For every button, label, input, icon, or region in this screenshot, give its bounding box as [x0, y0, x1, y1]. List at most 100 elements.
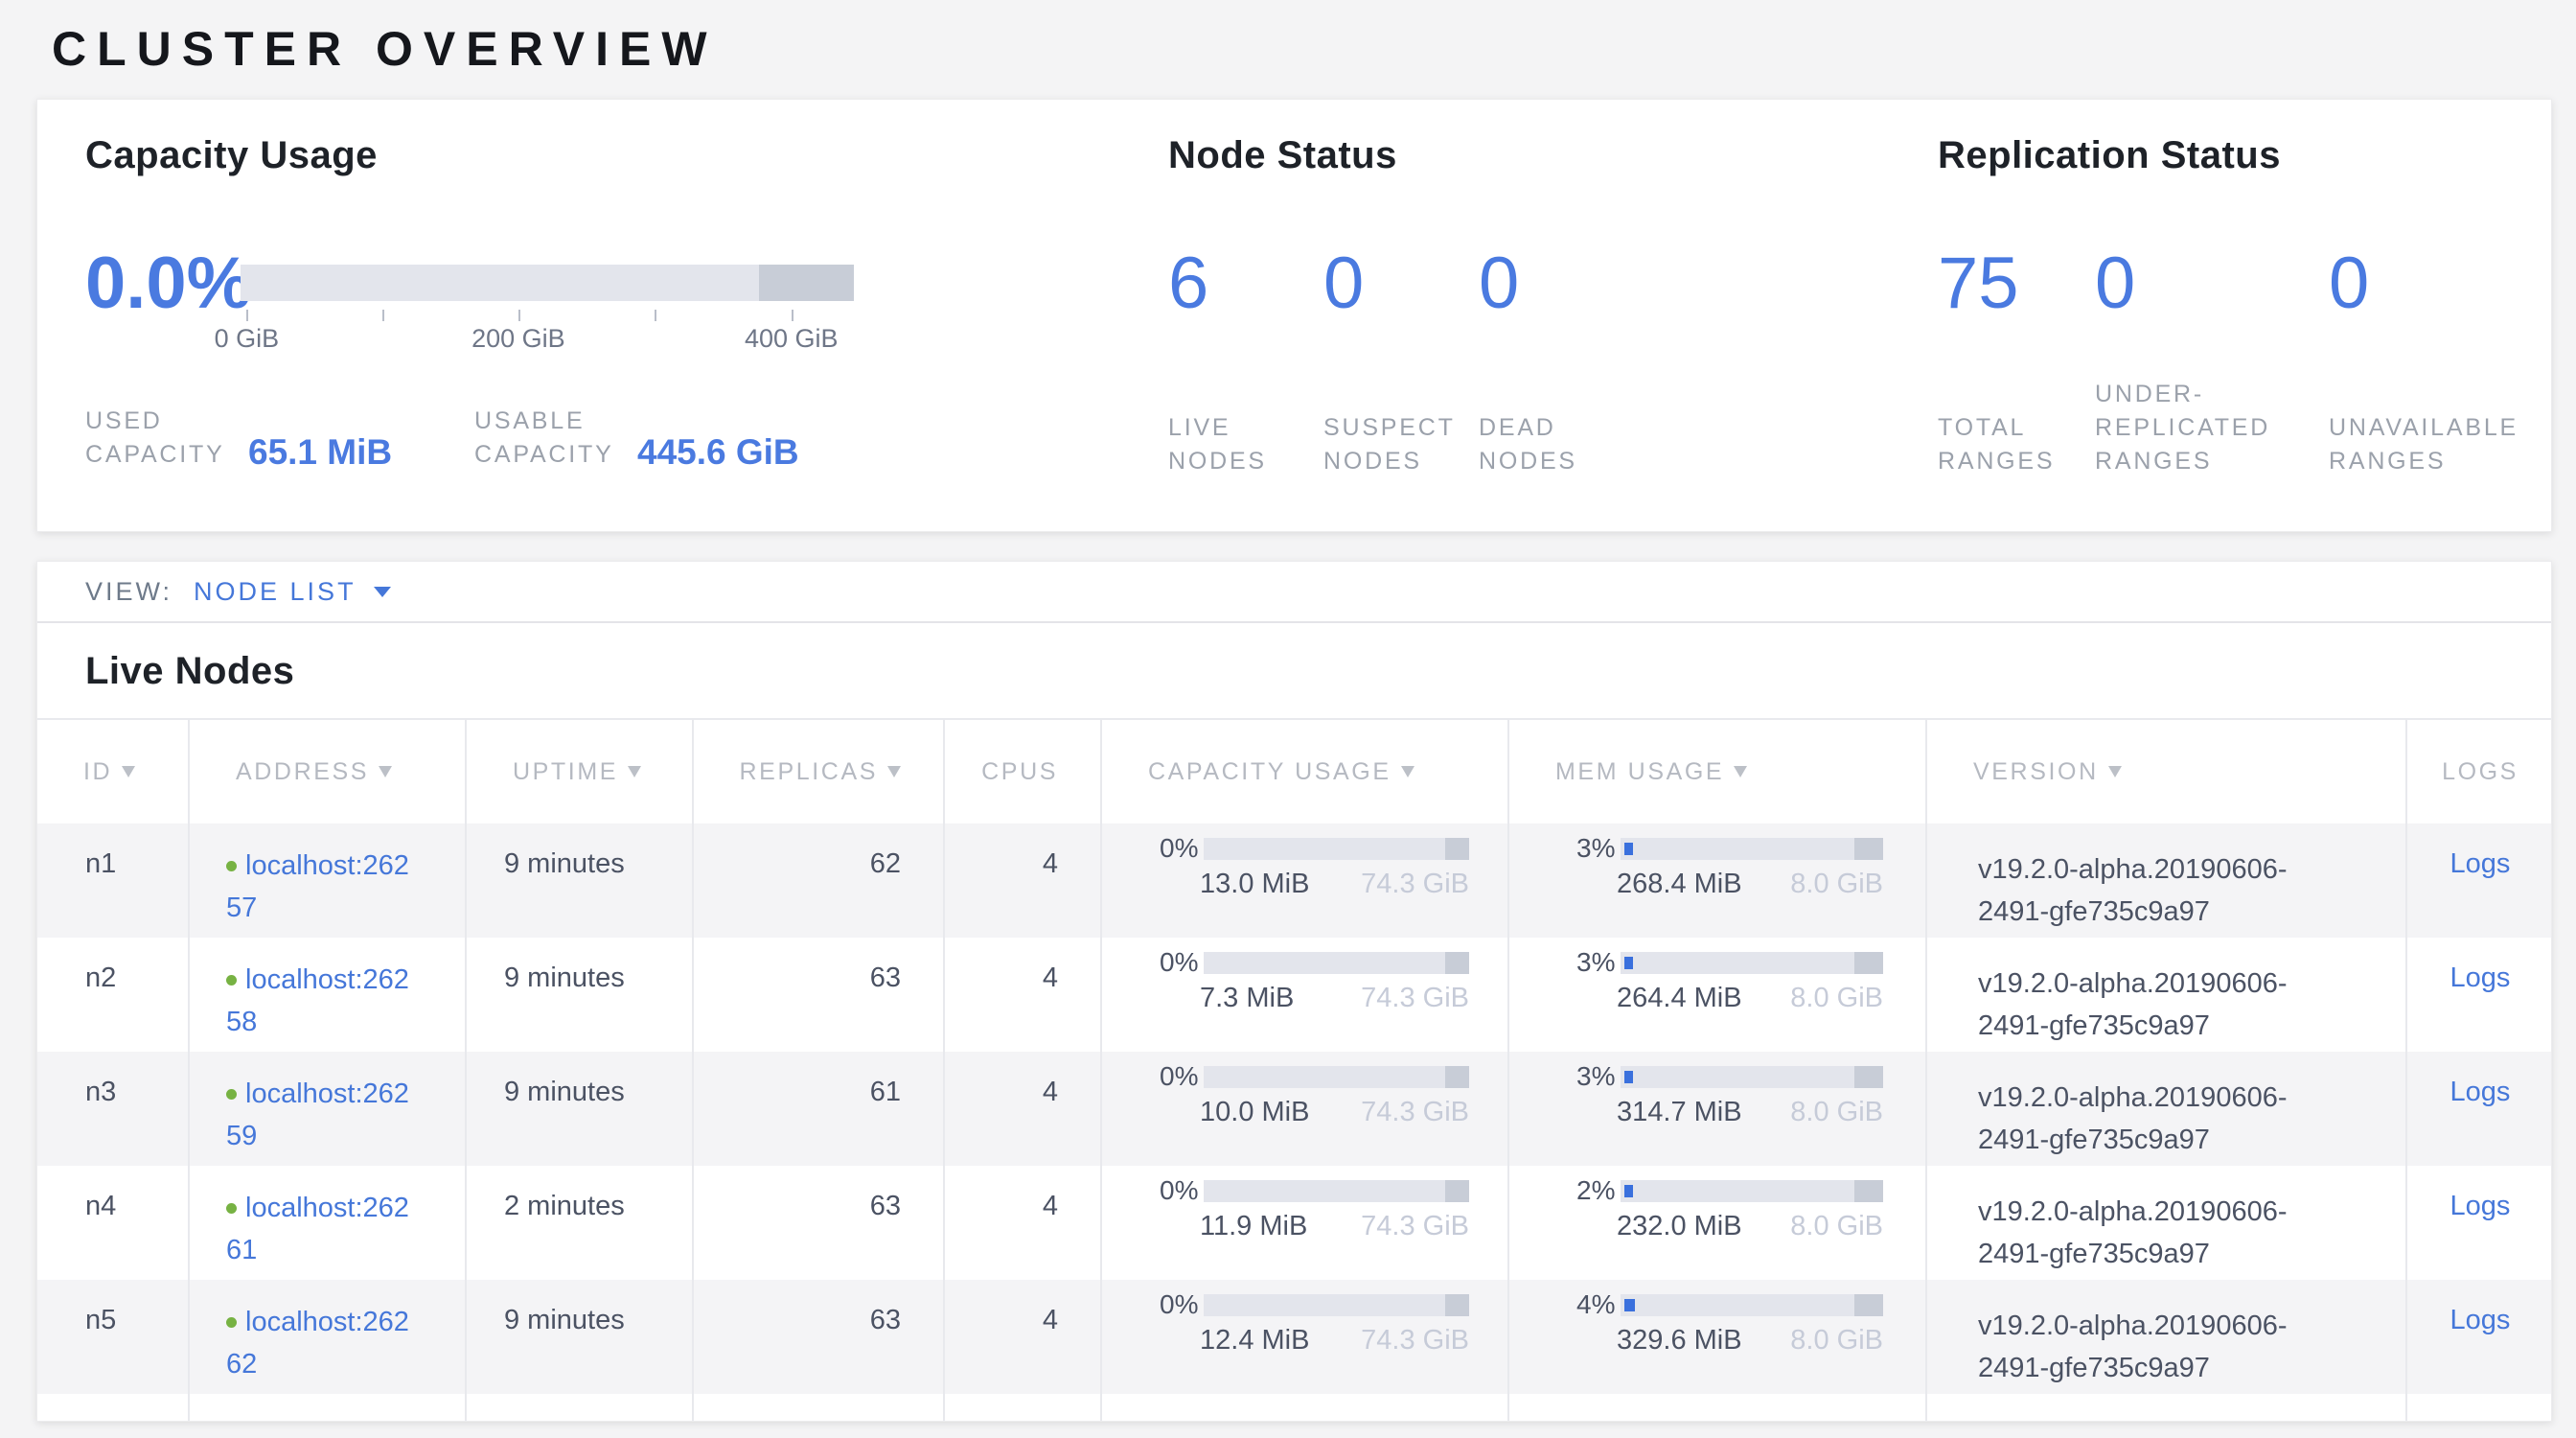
logs-link[interactable]: Logs	[2450, 963, 2511, 993]
mem-used-value: 329.6 MiB	[1617, 1325, 1742, 1357]
mem-usage-cell: 3% 264.4 MiB 8.0 GiB	[1509, 938, 1927, 1052]
uptime-cell: 9 minutes	[467, 938, 694, 1052]
uptime-cell: 9 minutes	[467, 1052, 694, 1166]
axis-tick-label: 400 GiB	[745, 324, 839, 354]
replicas-cell: 63	[694, 1166, 945, 1280]
logs-link[interactable]: Logs	[2450, 1077, 2511, 1107]
mem-percent: 2%	[1576, 1175, 1615, 1206]
capacity-total-value: 74.3 GiB	[1361, 1325, 1469, 1357]
summary-card: Capacity Usage 0.0% 0 GiB 200 GiB 400 Gi…	[36, 99, 2552, 532]
mem-used-value: 232.0 MiB	[1617, 1211, 1742, 1242]
capacity-usage-title: Capacity Usage	[85, 134, 378, 177]
column-header-label: UPTIME	[513, 758, 618, 786]
capacity-total-value: 74.3 GiB	[1361, 1097, 1469, 1128]
node-address-link[interactable]: localhost:26261	[226, 1193, 409, 1265]
column-header-label: MEM USAGE	[1555, 758, 1724, 786]
capacity-percent: 0%	[1160, 947, 1198, 978]
unavailable-ranges-label: UNAVAILABLE RANGES	[2329, 411, 2538, 478]
column-header-label: VERSION	[1973, 758, 2099, 786]
axis-tick	[655, 310, 656, 321]
version-cell: v19.2.0-alpha.20190606-2491-gfe735c9a97	[1927, 1280, 2407, 1394]
node-address-cell: localhost:26257	[190, 823, 467, 938]
replicas-cell: 63	[694, 938, 945, 1052]
mem-used-value: 314.7 MiB	[1617, 1097, 1742, 1128]
capacity-percent: 0%	[1160, 1289, 1198, 1320]
mem-percent: 4%	[1576, 1289, 1615, 1320]
mem-total-value: 8.0 GiB	[1790, 1325, 1883, 1357]
mem-usage-bar	[1621, 1294, 1883, 1316]
table-title-wrap: Live Nodes	[37, 623, 2551, 718]
capacity-reserved-segment	[1445, 838, 1469, 860]
usable-capacity: USABLE CAPACITY 445.6 GiB	[474, 405, 799, 472]
column-header-address[interactable]: ADDRESS	[190, 720, 467, 823]
dead-nodes-label: DEAD NODES	[1479, 411, 1622, 478]
logs-cell: Logs	[2407, 1166, 2552, 1280]
capacity-usage-cell: 0% 11.9 MiB 74.3 GiB	[1102, 1166, 1509, 1280]
node-address-cell: localhost:26262	[190, 1280, 467, 1394]
mem-reserved-segment	[1854, 1294, 1883, 1316]
total-ranges-label: TOTAL RANGES	[1938, 411, 2082, 478]
axis-tick	[518, 310, 520, 321]
table-row-partial	[37, 1394, 2551, 1422]
capacity-usage-cell: 0% 7.3 MiB 74.3 GiB	[1102, 938, 1509, 1052]
uptime-cell: 9 minutes	[467, 1280, 694, 1394]
usable-capacity-label: USABLE CAPACITY	[474, 405, 628, 472]
column-header-capacity-usage[interactable]: CAPACITY USAGE	[1102, 720, 1509, 823]
cpus-cell: 4	[945, 938, 1102, 1052]
mem-usage-cell: 4% 329.6 MiB 8.0 GiB	[1509, 1280, 1927, 1394]
mem-percent: 3%	[1576, 833, 1615, 864]
column-header-version[interactable]: VERSION	[1927, 720, 2407, 823]
column-header-replicas[interactable]: REPLICAS	[694, 720, 945, 823]
capacity-usage-bar	[1204, 1066, 1469, 1088]
cpus-cell: 4	[945, 1052, 1102, 1166]
view-label: VIEW:	[85, 577, 172, 607]
capacity-percent: 0%	[1160, 833, 1198, 864]
capacity-used-value: 11.9 MiB	[1200, 1211, 1307, 1242]
node-address-link[interactable]: localhost:26257	[226, 850, 409, 923]
node-address-link[interactable]: localhost:26262	[226, 1307, 409, 1380]
mem-usage-cell: 3% 314.7 MiB 8.0 GiB	[1509, 1052, 1927, 1166]
view-selector[interactable]: NODE LIST	[194, 577, 356, 607]
capacity-bar-track	[241, 265, 854, 301]
live-nodes-title: Live Nodes	[37, 623, 2551, 693]
column-header-id[interactable]: ID	[37, 720, 190, 823]
under-replicated-ranges-label: UNDER-REPLICATED RANGES	[2095, 378, 2293, 478]
capacity-reserved-segment	[1445, 1180, 1469, 1202]
mem-usage-bar	[1621, 1066, 1883, 1088]
capacity-usage-section: Capacity Usage 0.0% 0 GiB 200 GiB 400 Gi…	[85, 100, 1139, 531]
table-row: n2 localhost:26258 9 minutes 63 4 0% 7.3…	[37, 938, 2551, 1052]
column-header-label: REPLICAS	[740, 758, 878, 786]
sort-desc-icon	[2108, 766, 2122, 777]
unavailable-ranges-value: 0	[2329, 245, 2369, 322]
replicas-cell: 62	[694, 823, 945, 938]
logs-link[interactable]: Logs	[2450, 848, 2511, 879]
column-header-mem-usage[interactable]: MEM USAGE	[1509, 720, 1927, 823]
logs-cell: Logs	[2407, 1280, 2552, 1394]
node-address-link[interactable]: localhost:26259	[226, 1078, 409, 1151]
capacity-total-value: 74.3 GiB	[1361, 1211, 1469, 1242]
column-header-label: ID	[83, 758, 112, 786]
capacity-usage-bar	[1204, 952, 1469, 974]
logs-link[interactable]: Logs	[2450, 1191, 2511, 1221]
node-address-link[interactable]: localhost:26258	[226, 964, 409, 1037]
used-capacity: USED CAPACITY 65.1 MiB	[85, 405, 474, 472]
mem-usage-bar	[1621, 838, 1883, 860]
column-header-uptime[interactable]: UPTIME	[467, 720, 694, 823]
mem-reserved-segment	[1854, 952, 1883, 974]
mem-total-value: 8.0 GiB	[1790, 1211, 1883, 1242]
version-cell: v19.2.0-alpha.20190606-2491-gfe735c9a97	[1927, 1166, 2407, 1280]
node-live-dot-icon	[226, 1089, 237, 1100]
mem-used-value: 264.4 MiB	[1617, 983, 1742, 1014]
usable-capacity-value: 445.6 GiB	[637, 432, 799, 473]
chevron-down-icon[interactable]	[374, 587, 391, 597]
mem-usage-bar	[1621, 952, 1883, 974]
logs-link[interactable]: Logs	[2450, 1305, 2511, 1335]
sort-desc-icon	[628, 766, 641, 777]
capacity-used-value: 12.4 MiB	[1200, 1325, 1309, 1357]
sort-desc-icon	[1401, 766, 1414, 777]
node-id-cell: n3	[37, 1052, 190, 1166]
live-nodes-value: 6	[1168, 245, 1323, 322]
uptime-cell: 2 minutes	[467, 1166, 694, 1280]
axis-tick	[246, 310, 248, 321]
capacity-reserved-segment	[1445, 1066, 1469, 1088]
